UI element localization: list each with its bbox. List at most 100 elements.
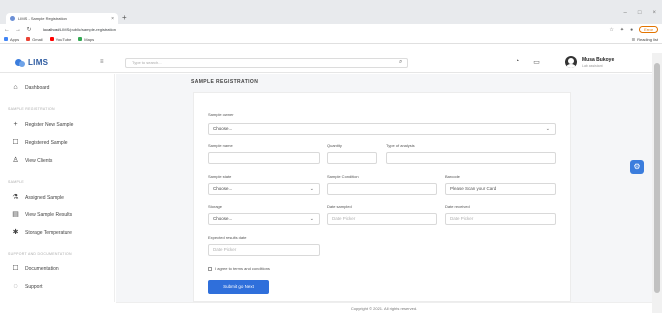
- sidebar-item-label: Support: [25, 283, 43, 290]
- footer: Copyright © 2021. All rights reserved.: [116, 302, 652, 313]
- sidebar-section-sample: Sample: [8, 180, 24, 184]
- app-logo[interactable]: LIMS: [15, 58, 48, 67]
- sample-condition-field[interactable]: [327, 183, 437, 195]
- terms-label: I agree to terms and conditions: [215, 266, 270, 271]
- type-of-analysis-field[interactable]: [386, 152, 556, 164]
- expected-results-label: Expected results date: [208, 235, 247, 240]
- url-path: /LIMS/public/sample-registration: [58, 27, 116, 32]
- settings-gear-icon[interactable]: ⚙: [630, 160, 644, 174]
- chevron-down-icon: ⌄: [309, 216, 314, 222]
- window-controls: – □ ×: [624, 10, 656, 16]
- sample-owner-select[interactable]: Choose... ⌄: [208, 123, 556, 135]
- sidebar-item-support[interactable]: ◌ Support: [12, 283, 43, 290]
- sidebar-toggle-icon[interactable]: ≡: [100, 59, 104, 65]
- chat-icon[interactable]: ▭: [533, 58, 540, 66]
- browser-tab-bar: LIMS - Sample Registration × + – □ ×: [0, 0, 662, 24]
- url-host: localhost: [43, 27, 59, 32]
- plus-icon: +: [13, 121, 18, 128]
- sidebar-item-register-new-sample[interactable]: + Register New Sample: [12, 121, 73, 128]
- snowflake-icon: ✱: [12, 229, 19, 236]
- sample-name-field[interactable]: [208, 152, 320, 164]
- bookmark-gmail[interactable]: Gmail: [26, 37, 43, 42]
- user-role: Lab assistant: [582, 63, 603, 68]
- maximize-icon[interactable]: □: [638, 10, 642, 16]
- sidebar-item-label: Register New Sample: [25, 121, 74, 128]
- apps-icon: [4, 37, 8, 41]
- terms-checkbox[interactable]: I agree to terms and conditions: [208, 266, 270, 271]
- search-input[interactable]: Type to search...: [125, 58, 408, 68]
- sidebar-item-dashboard[interactable]: ⌂ Dashboard: [12, 84, 49, 91]
- expected-results-field[interactable]: Date Picker: [208, 244, 320, 256]
- scrollbar-thumb[interactable]: [654, 63, 660, 293]
- browser-tab[interactable]: LIMS - Sample Registration ×: [6, 13, 118, 24]
- lims-logo-icon: [15, 58, 25, 67]
- quantity-label: Quantity: [327, 143, 342, 148]
- sidebar-section-support: Support and Documentation: [8, 252, 72, 256]
- dashboard-icon: ⌂: [13, 84, 18, 91]
- sidebar-item-storage-temperature[interactable]: ✱ Storage Temperature: [12, 229, 72, 236]
- browser-actions: ☆ ✦ ● Error: [609, 26, 658, 33]
- sidebar-item-view-clients[interactable]: ♙ View Clients: [12, 157, 52, 164]
- extensions-icon[interactable]: ✦: [620, 27, 624, 33]
- browser-update-button[interactable]: Error: [639, 26, 658, 33]
- avatar: [565, 56, 577, 68]
- checkbox-icon: [208, 266, 212, 271]
- tab-close-icon[interactable]: ×: [111, 16, 114, 22]
- submit-button[interactable]: Submit go Next: [208, 280, 269, 294]
- document-icon: ☐: [12, 265, 19, 272]
- reload-icon[interactable]: ↻: [26, 26, 32, 33]
- sidebar-item-documentation[interactable]: ☐ Documentation: [12, 265, 59, 272]
- gmail-icon: [26, 37, 31, 41]
- barcode-field[interactable]: Please Scan your Card: [445, 183, 556, 195]
- forward-icon[interactable]: →: [15, 27, 21, 33]
- reading-list-icon: ☰: [631, 36, 636, 42]
- maps-icon: [78, 37, 83, 41]
- header-icons: ◔ ▭: [515, 58, 540, 66]
- bookmarks-bar: Apps Gmail YouTube Maps ☰ Reading list: [0, 35, 662, 44]
- back-icon[interactable]: ←: [4, 27, 10, 33]
- bookmark-youtube[interactable]: YouTube: [49, 37, 71, 42]
- window-close-icon[interactable]: ×: [652, 10, 656, 16]
- quantity-field[interactable]: [327, 152, 377, 164]
- date-received-field[interactable]: Date Picker: [445, 213, 556, 225]
- type-of-analysis-label: Type of analysis: [386, 143, 415, 148]
- sidebar-item-view-sample-results[interactable]: ▤ View Sample Results: [12, 211, 72, 218]
- page-title: SAMPLE REGISTRATION: [191, 79, 259, 85]
- barcode-label: Barcode: [445, 174, 460, 179]
- scrollbar[interactable]: [652, 53, 662, 313]
- sidebar-item-label: Registered Sample: [25, 139, 68, 146]
- date-sampled-field[interactable]: Date Picker: [327, 213, 437, 225]
- user-menu[interactable]: Musa Bukoye Lab assistant: [565, 56, 614, 68]
- sidebar-item-assigned-sample[interactable]: ⚗ Assigned Sample: [12, 194, 64, 201]
- notification-bell-icon[interactable]: ◔: [515, 58, 519, 66]
- sidebar-item-label: Documentation: [25, 265, 59, 272]
- sample-name-label: Sample name: [208, 143, 233, 148]
- logo-text: LIMS: [28, 58, 49, 67]
- reading-list[interactable]: ☰ Reading list: [632, 37, 659, 42]
- bookmark-star-icon[interactable]: ☆: [609, 27, 613, 33]
- sidebar-item-registered-sample[interactable]: ☐ Registered Sample: [12, 139, 68, 146]
- url-field[interactable]: localhost/LIMS/public/sample-registratio…: [43, 27, 604, 32]
- address-bar: ← → ↻ localhost/LIMS/public/sample-regis…: [0, 24, 662, 35]
- app-header: LIMS ≡ Type to search... ⌕ ◔ ▭ Musa Buko…: [0, 53, 652, 73]
- sample-state-label: Sample state: [208, 174, 232, 179]
- minimize-icon[interactable]: –: [624, 10, 627, 16]
- sidebar-item-label: Assigned Sample: [25, 194, 64, 201]
- date-received-label: Date received: [445, 204, 470, 209]
- bookmark-maps[interactable]: Maps: [78, 37, 94, 42]
- folder-icon: ☐: [12, 139, 19, 146]
- favicon-icon: [10, 16, 15, 21]
- user-icon: ♙: [12, 157, 19, 164]
- sidebar: ⌂ Dashboard Sample Registration + Regist…: [0, 74, 115, 302]
- storage-select[interactable]: Choose... ⌄: [208, 213, 320, 225]
- sidebar-section-registration: Sample Registration: [8, 107, 55, 111]
- bookmark-apps[interactable]: Apps: [4, 37, 19, 42]
- new-tab-button[interactable]: +: [122, 13, 127, 23]
- results-icon: ▤: [12, 211, 19, 218]
- search-icon[interactable]: ⌕: [399, 59, 402, 66]
- date-sampled-label: Date sampled: [327, 204, 352, 209]
- storage-label: Storage: [208, 204, 223, 209]
- chevron-down-icon: ⌄: [309, 186, 314, 192]
- sample-state-select[interactable]: Choose... ⌄: [208, 183, 320, 195]
- profile-icon[interactable]: ●: [630, 27, 633, 33]
